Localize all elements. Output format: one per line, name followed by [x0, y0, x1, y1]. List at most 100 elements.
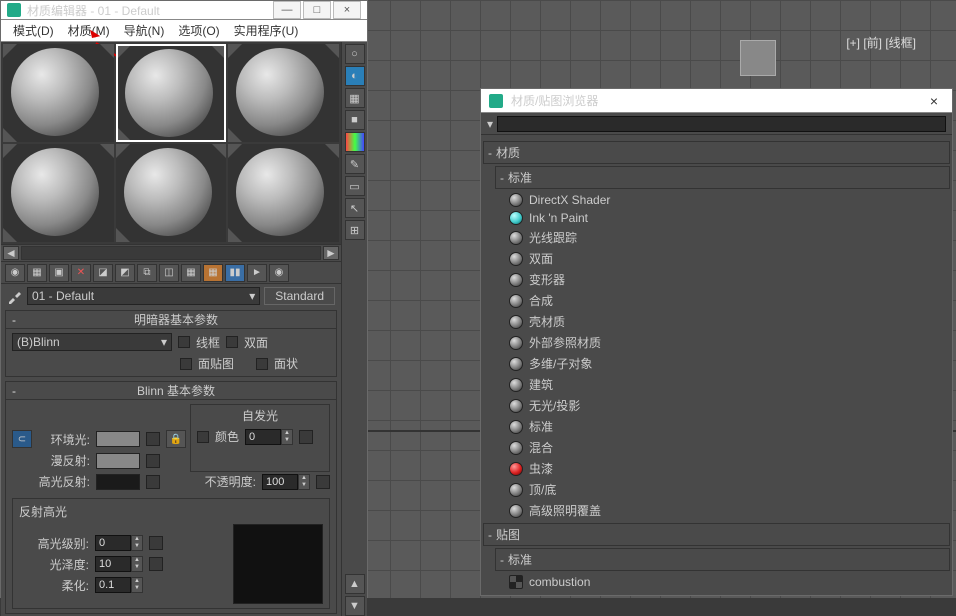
material-name-dropdown[interactable]: 01 - Default▾	[27, 287, 260, 305]
pick-icon[interactable]: ◉	[269, 264, 289, 282]
scroll-down-icon[interactable]: ▼	[345, 596, 365, 616]
sample-slot[interactable]	[228, 44, 339, 142]
put-to-library-icon[interactable]: ⧉	[137, 264, 157, 282]
sample-slot[interactable]	[228, 144, 339, 242]
specular-swatch[interactable]	[96, 474, 140, 490]
material-item[interactable]: Ink 'n Paint	[505, 209, 950, 227]
material-item[interactable]: 变形器	[505, 269, 950, 290]
sample-slot[interactable]	[116, 44, 227, 142]
menu-material[interactable]: 材质(M)	[62, 20, 116, 41]
options-icon[interactable]: ▭	[345, 176, 365, 196]
menu-utility[interactable]: 实用程序(U)	[228, 20, 305, 41]
search-options-icon[interactable]: ▾	[487, 117, 493, 131]
get-material-icon[interactable]: ◉	[5, 264, 25, 282]
put-to-scene-icon[interactable]: ▦	[27, 264, 47, 282]
material-item[interactable]: 双面	[505, 248, 950, 269]
select-by-material-icon[interactable]: ↖	[345, 198, 365, 218]
opacity-mapslot[interactable]	[316, 475, 330, 489]
ambient-mapslot[interactable]	[146, 432, 160, 446]
material-item[interactable]: 标准	[505, 416, 950, 437]
search-input[interactable]	[497, 116, 946, 132]
scroll-left-button[interactable]: ◄	[3, 246, 19, 260]
material-item[interactable]: 壳材质	[505, 311, 950, 332]
minimize-button[interactable]: —	[273, 1, 301, 19]
spec-level-mapslot[interactable]	[149, 536, 163, 550]
material-editor-titlebar[interactable]: 材质编辑器 - 01 - Default — □ ×	[1, 1, 367, 20]
viewport-label[interactable]: [+] [前] [线框]	[846, 34, 916, 51]
close-button[interactable]: ×	[333, 1, 361, 19]
gloss-mapslot[interactable]	[149, 557, 163, 571]
make-unique-icon[interactable]: ◩	[115, 264, 135, 282]
show-end-result-icon[interactable]: ▦	[203, 264, 223, 282]
backlight-icon[interactable]: ◐	[345, 66, 365, 86]
group-materials[interactable]: -材质	[483, 141, 950, 164]
assign-icon[interactable]: ▣	[49, 264, 69, 282]
soften-spinner[interactable]: ▲▼	[95, 577, 143, 593]
maximize-button[interactable]: □	[303, 1, 331, 19]
material-item[interactable]: 外部参照材质	[505, 332, 950, 353]
lock-ambient-icon[interactable]: ⊂	[12, 430, 32, 448]
sample-slot[interactable]	[3, 144, 114, 242]
rollup-header[interactable]: -明暗器基本参数	[6, 311, 336, 329]
material-item[interactable]: 光线跟踪	[505, 227, 950, 248]
diffuse-swatch[interactable]	[96, 453, 140, 469]
rollup-header[interactable]: -Blinn 基本参数	[6, 382, 336, 400]
menu-options[interactable]: 选项(O)	[172, 20, 225, 41]
sample-slot[interactable]	[116, 144, 227, 242]
material-item[interactable]: 顶/底	[505, 479, 950, 500]
two-sided-checkbox[interactable]	[226, 336, 238, 348]
scroll-up-icon[interactable]: ▲	[345, 574, 365, 594]
spec-level-spinner[interactable]: ▲▼	[95, 535, 143, 551]
material-item[interactable]: 合成	[505, 290, 950, 311]
make-preview-icon[interactable]: ✎	[345, 154, 365, 174]
group-standard[interactable]: -标准	[495, 166, 950, 189]
sample-scrollbar[interactable]: ◄ ►	[1, 244, 341, 262]
sample-uv-icon[interactable]: ■	[345, 110, 365, 130]
diffuse-mapslot[interactable]	[146, 454, 160, 468]
scroll-track[interactable]	[21, 246, 321, 260]
material-orb-icon	[509, 193, 523, 207]
face-map-checkbox[interactable]	[180, 358, 192, 370]
sample-slot[interactable]	[3, 44, 114, 142]
wire-checkbox[interactable]	[178, 336, 190, 348]
color-check-icon[interactable]	[345, 132, 365, 152]
material-item[interactable]: DirectX Shader	[505, 191, 950, 209]
viewcube[interactable]	[740, 40, 776, 76]
ambient-lock-icon[interactable]: 🔒	[166, 430, 186, 448]
material-item[interactable]: 建筑	[505, 374, 950, 395]
material-item[interactable]: 多维/子对象	[505, 353, 950, 374]
delete-icon[interactable]: ✕	[71, 264, 91, 282]
faceted-checkbox[interactable]	[256, 358, 268, 370]
shader-combo[interactable]: (B)Blinn▾	[12, 333, 172, 351]
opacity-spinner[interactable]: ▲▼	[262, 474, 310, 490]
material-map-nav-icon[interactable]: ⊞	[345, 220, 365, 240]
sample-type-icon[interactable]: ○	[345, 44, 365, 64]
material-item[interactable]: 混合	[505, 437, 950, 458]
go-parent-icon[interactable]: ▮▮	[225, 264, 245, 282]
browser-titlebar[interactable]: 材质/贴图浏览器 ×	[481, 89, 952, 113]
material-id-icon[interactable]: ◫	[159, 264, 179, 282]
ambient-swatch[interactable]	[96, 431, 140, 447]
material-type-button[interactable]: Standard	[264, 287, 335, 305]
menu-mode[interactable]: 模式(D)	[7, 20, 60, 41]
menu-navigate[interactable]: 导航(N)	[118, 20, 171, 41]
map-item[interactable]: combustion	[505, 573, 950, 591]
make-copy-icon[interactable]: ◪	[93, 264, 113, 282]
material-item-label: 高级照明覆盖	[529, 502, 601, 519]
group-maps[interactable]: -贴图	[483, 523, 950, 546]
wire-label: 线框	[196, 334, 220, 351]
material-item[interactable]: 高级照明覆盖	[505, 500, 950, 521]
show-map-icon[interactable]: ▦	[181, 264, 201, 282]
specular-mapslot[interactable]	[146, 475, 160, 489]
gloss-spinner[interactable]: ▲▼	[95, 556, 143, 572]
self-illum-header: 自发光	[197, 407, 323, 424]
map-item[interactable]: Perlin 大理石	[505, 591, 950, 595]
go-forward-icon[interactable]: ►	[247, 264, 267, 282]
background-icon[interactable]: ▦	[345, 88, 365, 108]
material-item[interactable]: 无光/投影	[505, 395, 950, 416]
scroll-right-button[interactable]: ►	[323, 246, 339, 260]
material-item[interactable]: 虫漆	[505, 458, 950, 479]
group-maps-standard[interactable]: -标准	[495, 548, 950, 571]
close-button[interactable]: ×	[924, 93, 944, 109]
eyedropper-icon[interactable]	[7, 288, 23, 304]
